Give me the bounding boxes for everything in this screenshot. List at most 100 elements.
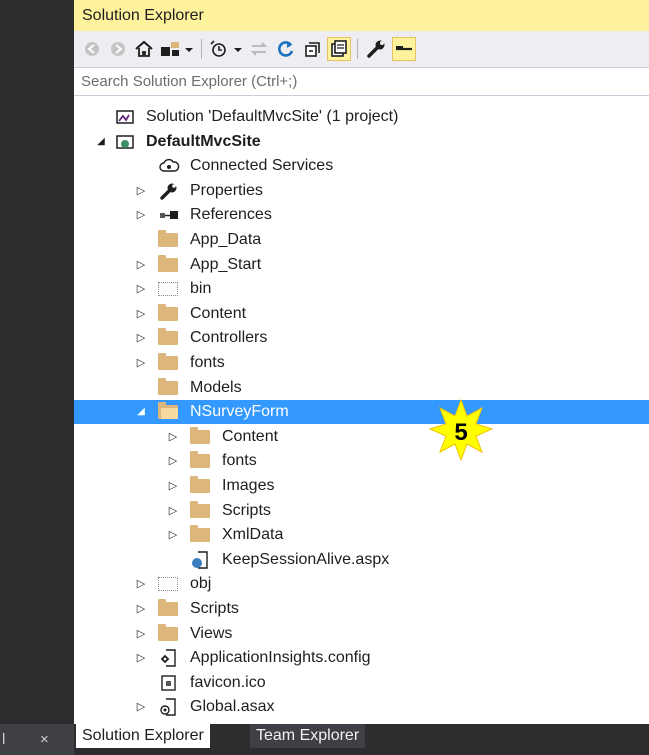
collapse-arrow-icon[interactable]: ▷ bbox=[134, 302, 148, 326]
tree-item-label: ApplicationInsights.config bbox=[190, 649, 371, 667]
tab-solution-explorer[interactable]: Solution Explorer bbox=[76, 724, 210, 748]
folder-icon bbox=[158, 254, 180, 274]
open-folder-icon bbox=[158, 402, 180, 421]
sync-icon[interactable] bbox=[247, 37, 271, 61]
pending-changes-dropdown-icon[interactable] bbox=[231, 37, 245, 61]
folder-icon bbox=[158, 303, 180, 323]
tree-item[interactable]: ▷ Images bbox=[74, 474, 649, 498]
collapse-arrow-icon[interactable]: ▷ bbox=[166, 523, 180, 547]
collapse-arrow-icon[interactable]: ▷ bbox=[166, 425, 180, 449]
collapse-arrow-icon[interactable]: ▷ bbox=[134, 622, 148, 646]
folder-icon bbox=[190, 476, 212, 495]
preview-selected-items-icon[interactable] bbox=[392, 37, 416, 61]
callout-number: 5 bbox=[454, 419, 467, 446]
collapse-arrow-icon[interactable]: ▷ bbox=[134, 179, 148, 203]
asax-icon bbox=[158, 698, 180, 717]
close-tab-area[interactable]: l × bbox=[0, 724, 74, 755]
folder-icon bbox=[190, 426, 212, 446]
tab-team-explorer[interactable]: Team Explorer bbox=[250, 724, 366, 748]
tree-item[interactable]: favicon.ico bbox=[74, 671, 649, 695]
home-icon[interactable] bbox=[132, 37, 156, 61]
tree-item[interactable]: ▷ fonts bbox=[74, 351, 649, 375]
tree-item-label: App_Start bbox=[190, 255, 262, 273]
tree-item-label: Properties bbox=[190, 181, 263, 199]
tree-item[interactable]: Connected Services bbox=[74, 154, 649, 178]
tree-item[interactable]: ▷ ApplicationInsights.config bbox=[74, 646, 649, 670]
properties-wrench-icon[interactable] bbox=[364, 37, 388, 61]
aspx-icon bbox=[190, 551, 212, 569]
close-icon[interactable]: × bbox=[40, 724, 49, 755]
callout-badge: 5 bbox=[428, 398, 494, 462]
config-icon bbox=[158, 649, 180, 667]
folder-icon bbox=[190, 451, 212, 470]
switch-views-icon[interactable] bbox=[158, 37, 182, 61]
collapse-arrow-icon[interactable]: ▷ bbox=[134, 326, 148, 350]
collapse-arrow-icon[interactable]: ▷ bbox=[166, 474, 180, 498]
toolbar-separator bbox=[201, 39, 202, 59]
panel-title: Solution Explorer bbox=[82, 7, 204, 24]
solution-tree: Solution 'DefaultMvcSite' (1 project) ◢ De… bbox=[74, 96, 649, 724]
tree-item-label: Solution 'DefaultMvcSite' (1 project) bbox=[146, 108, 399, 125]
folder-icon bbox=[158, 230, 180, 249]
solution-icon bbox=[114, 108, 136, 126]
tree-item[interactable]: ▷ fonts bbox=[74, 449, 649, 473]
forward-icon[interactable] bbox=[106, 37, 130, 61]
tree-item[interactable]: ▷ bin bbox=[74, 277, 649, 301]
tree-item[interactable]: ◢ NSurveyForm bbox=[74, 400, 649, 425]
tree-item[interactable]: ▷ Content bbox=[74, 302, 649, 326]
tree-item-label: Content bbox=[190, 304, 247, 322]
collapse-arrow-icon[interactable]: ▷ bbox=[166, 449, 180, 473]
tree-item[interactable]: ▷ References bbox=[74, 203, 649, 227]
tree-item[interactable]: ▷ Views bbox=[74, 622, 649, 646]
hidden-folder-icon bbox=[158, 575, 180, 593]
tree-item[interactable]: ▷ XmlData bbox=[74, 523, 649, 547]
tree-item-label: favicon.ico bbox=[190, 673, 266, 691]
collapse-arrow-icon[interactable]: ▷ bbox=[134, 351, 148, 375]
tree-item[interactable]: ▷ Content bbox=[74, 425, 649, 449]
collapse-arrow-icon[interactable]: ▷ bbox=[134, 253, 148, 277]
collapse-arrow-icon[interactable]: ▷ bbox=[134, 277, 148, 301]
pending-changes-icon[interactable] bbox=[207, 37, 231, 61]
collapse-all-icon[interactable] bbox=[301, 37, 325, 61]
folder-icon bbox=[158, 623, 180, 643]
tree-item[interactable]: ▷ Scripts bbox=[74, 597, 649, 621]
search-box[interactable] bbox=[74, 67, 649, 96]
collapse-arrow-icon[interactable]: ▷ bbox=[134, 572, 148, 596]
tree-item[interactable]: Solution 'DefaultMvcSite' (1 project) bbox=[74, 105, 649, 129]
tree-item[interactable]: ▷ Controllers bbox=[74, 326, 649, 350]
search-input[interactable] bbox=[81, 71, 621, 91]
tree-item-label: Connected Services bbox=[190, 157, 334, 175]
refresh-icon[interactable] bbox=[274, 37, 298, 61]
tree-item-label: Content bbox=[222, 427, 279, 445]
cloud-icon bbox=[158, 157, 180, 175]
tree-item[interactable]: ▷ Properties bbox=[74, 179, 649, 203]
tree-item[interactable]: ▷ obj bbox=[74, 572, 649, 596]
collapse-arrow-icon[interactable]: ▷ bbox=[134, 203, 148, 227]
panel-title-bar[interactable]: Solution Explorer bbox=[74, 0, 649, 31]
tree-item[interactable]: App_Data bbox=[74, 228, 649, 252]
tree-item-label: Views bbox=[190, 624, 233, 642]
back-icon[interactable] bbox=[80, 37, 104, 61]
collapse-arrow-icon[interactable]: ▷ bbox=[134, 646, 148, 670]
tab-fragment-text: l bbox=[2, 731, 6, 748]
tree-item[interactable]: Models bbox=[74, 376, 649, 400]
show-all-files-icon[interactable] bbox=[327, 37, 351, 61]
tree-item[interactable]: ◢ DefaultMvcSite bbox=[74, 130, 649, 154]
tree-item-label: Images bbox=[222, 477, 275, 494]
tree-item[interactable]: KeepSessionAlive.aspx bbox=[74, 548, 649, 572]
tree-item[interactable]: ▷ Global.asax bbox=[74, 695, 649, 719]
ico-file-icon bbox=[158, 674, 180, 692]
tree-item-label: Controllers bbox=[190, 329, 268, 347]
left-dock-strip: l × bbox=[0, 0, 74, 755]
tree-item-label: References bbox=[190, 206, 272, 224]
toolbar-separator bbox=[357, 39, 358, 59]
tree-item[interactable]: ▷ Scripts bbox=[74, 499, 649, 523]
tree-item-label: fonts bbox=[222, 452, 257, 470]
collapse-arrow-icon[interactable]: ▷ bbox=[134, 695, 148, 719]
collapse-arrow-icon[interactable]: ▷ bbox=[134, 597, 148, 621]
collapse-arrow-icon[interactable]: ▷ bbox=[166, 499, 180, 523]
expand-arrow-icon[interactable]: ◢ bbox=[134, 400, 148, 424]
tree-item[interactable]: ▷ App_Start bbox=[74, 253, 649, 277]
switch-views-dropdown-icon[interactable] bbox=[182, 37, 196, 61]
expand-arrow-icon[interactable]: ◢ bbox=[94, 130, 108, 154]
